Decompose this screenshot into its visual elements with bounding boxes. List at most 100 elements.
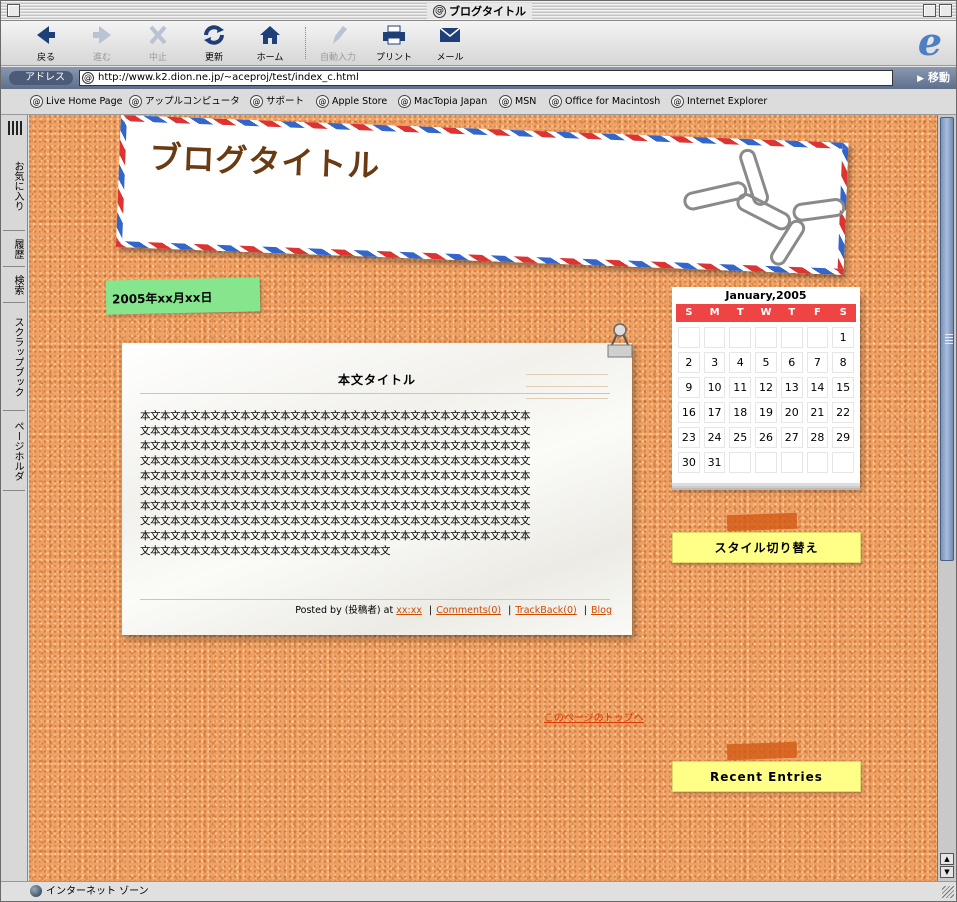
- comments-link[interactable]: Comments(0): [436, 605, 501, 616]
- separator: |: [508, 605, 512, 616]
- toolbar: 戻る 進む 中止 更新 ホーム 自動入力 プリント メール e: [1, 21, 956, 66]
- collapse-box[interactable]: [939, 4, 952, 17]
- calendar-day: 13: [780, 377, 803, 398]
- back-arrow-icon: [37, 26, 55, 44]
- page-icon: @: [398, 95, 411, 108]
- style-switch-box[interactable]: スタイル切り替え: [672, 532, 861, 563]
- back-button[interactable]: 戻る: [18, 24, 74, 64]
- calendar-day: [678, 327, 700, 348]
- tape-strip: [726, 741, 798, 761]
- favorites-bar: @ Live Home Page @ アップルコンピュータ @ サポート @ Apple…: [1, 89, 956, 115]
- calendar-day: 28: [806, 427, 829, 448]
- calendar-day: [832, 452, 854, 473]
- page-top-link[interactable]: このページのトップへ: [544, 709, 644, 724]
- calendar-day: 25: [729, 427, 752, 448]
- autofill-button[interactable]: 自動入力: [310, 24, 366, 64]
- calendar-day: 31: [703, 452, 726, 473]
- vertical-scrollbar[interactable]: ▲ ▼: [937, 115, 956, 881]
- calendar-day: 22: [832, 402, 854, 423]
- page-icon: @: [129, 95, 142, 108]
- date-label: 2005年xx月xx日: [105, 277, 261, 315]
- forward-arrow-icon: [93, 26, 111, 44]
- resize-grip-icon[interactable]: [942, 886, 954, 898]
- paperclips-icon: [683, 148, 846, 266]
- scroll-up-arrow-icon[interactable]: ▲: [940, 853, 954, 865]
- calendar-day: [780, 452, 803, 473]
- favorite-link[interactable]: @ アップルコンピュータ: [129, 95, 240, 109]
- calendar-day: 5: [755, 352, 777, 373]
- scroll-grip: [945, 334, 953, 344]
- title-bar[interactable]: @ ブログタイトル: [1, 1, 956, 21]
- go-arrow-icon: ▶: [917, 74, 924, 84]
- scroll-down-arrow-icon[interactable]: ▼: [940, 866, 954, 878]
- calendar-day: 11: [729, 377, 752, 398]
- stop-button[interactable]: 中止: [130, 24, 186, 64]
- blog-post: 本文タイトル 本文本文本文本文本文本文本文本文本文本文本文本文本文本文本文本文本…: [122, 323, 633, 635]
- go-button[interactable]: ▶ 移動: [902, 70, 954, 86]
- calendar-day: [780, 327, 803, 348]
- calendar-day: 16: [678, 402, 700, 423]
- refresh-icon: [204, 25, 224, 45]
- calendar-day: [755, 452, 777, 473]
- tab-search[interactable]: 検索: [3, 267, 25, 303]
- tape-strip: [726, 512, 798, 532]
- separator: |: [428, 605, 433, 616]
- blog-title[interactable]: ブログタイトル: [149, 132, 382, 187]
- post-body: 本文本文本文本文本文本文本文本文本文本文本文本文本文本文本文本文本文本文本文本文…: [140, 410, 531, 557]
- tab-history[interactable]: 履歴: [3, 231, 25, 267]
- address-label: アドレス: [9, 71, 73, 85]
- calendar-day: 3: [703, 352, 726, 373]
- calendar-day: [806, 452, 829, 473]
- favorite-link[interactable]: @ MSN: [499, 95, 536, 109]
- print-button[interactable]: プリント: [366, 24, 422, 64]
- weekday-label: S: [685, 307, 693, 318]
- calendar-day: 30: [678, 452, 700, 473]
- tab-favorites[interactable]: お気に入り: [3, 141, 25, 231]
- calendar-day: 9: [678, 377, 700, 398]
- home-button[interactable]: ホーム: [242, 24, 298, 64]
- calendar-grid: 1 2 3 4 5 6 7 8 9 10 11 12 13 14 15 16 17 18 19 20 21 22 23 24 2…: [676, 325, 856, 475]
- window-title: @ ブログタイトル: [427, 3, 532, 19]
- calendar-day: 18: [729, 402, 752, 423]
- toolbar-separator: [305, 27, 306, 59]
- calendar-day: [703, 327, 726, 348]
- refresh-button[interactable]: 更新: [186, 24, 242, 64]
- tab-page-holder[interactable]: ページホルダ: [3, 411, 25, 491]
- mail-envelope-icon: [439, 27, 461, 42]
- address-input[interactable]: @ http://www.k2.dion.ne.jp/~aceproj/test…: [79, 70, 893, 86]
- blog-link[interactable]: Blog: [591, 605, 612, 616]
- mail-button[interactable]: メール: [422, 24, 478, 64]
- calendar-day: 26: [755, 427, 777, 448]
- status-zone-text: インターネット ゾーン: [46, 886, 149, 897]
- weekday-label: M: [709, 307, 720, 318]
- page-content: ブログタイトル 2005年xx月xx日 本文タイトル 本文本文本文本文本文本文本…: [29, 115, 937, 881]
- scroll-thumb[interactable]: [940, 117, 954, 561]
- close-box[interactable]: [7, 4, 20, 17]
- trackback-link[interactable]: TrackBack(0): [515, 605, 576, 616]
- explorer-bar-toggle[interactable]: [8, 121, 24, 135]
- calendar-day: [729, 327, 752, 348]
- weekday-label: W: [760, 307, 772, 318]
- calendar-day: 7: [806, 352, 829, 373]
- forward-button[interactable]: 進む: [74, 24, 130, 64]
- calendar-day: 8: [832, 352, 854, 373]
- permalink-time[interactable]: xx:xx: [396, 605, 422, 616]
- post-title: 本文タイトル: [337, 373, 416, 387]
- favorite-link[interactable]: @ MacTopia Japan: [398, 95, 487, 109]
- page-icon: @: [671, 95, 684, 108]
- favorite-link[interactable]: @ Internet Explorer: [671, 95, 767, 109]
- favorite-link[interactable]: @ サポート: [250, 95, 304, 109]
- posted-by-label: Posted by (投稿者) at: [295, 605, 394, 616]
- tab-scrapbook[interactable]: スクラップブック: [3, 303, 25, 411]
- favorite-link[interactable]: @ Office for Macintosh: [549, 95, 660, 109]
- divider: [140, 599, 610, 600]
- address-url: http://www.k2.dion.ne.jp/~aceproj/test/i…: [98, 72, 359, 83]
- favorite-link[interactable]: @ Live Home Page: [30, 95, 123, 109]
- favorite-link[interactable]: @ Apple Store: [316, 95, 387, 109]
- calendar-day: [755, 327, 777, 348]
- internet-explorer-logo-icon[interactable]: e: [912, 23, 948, 61]
- page-icon: @: [82, 72, 94, 84]
- stop-x-icon: [149, 25, 167, 45]
- zoom-box[interactable]: [923, 4, 936, 17]
- address-bar: アドレス @ http://www.k2.dion.ne.jp/~aceproj…: [1, 67, 956, 89]
